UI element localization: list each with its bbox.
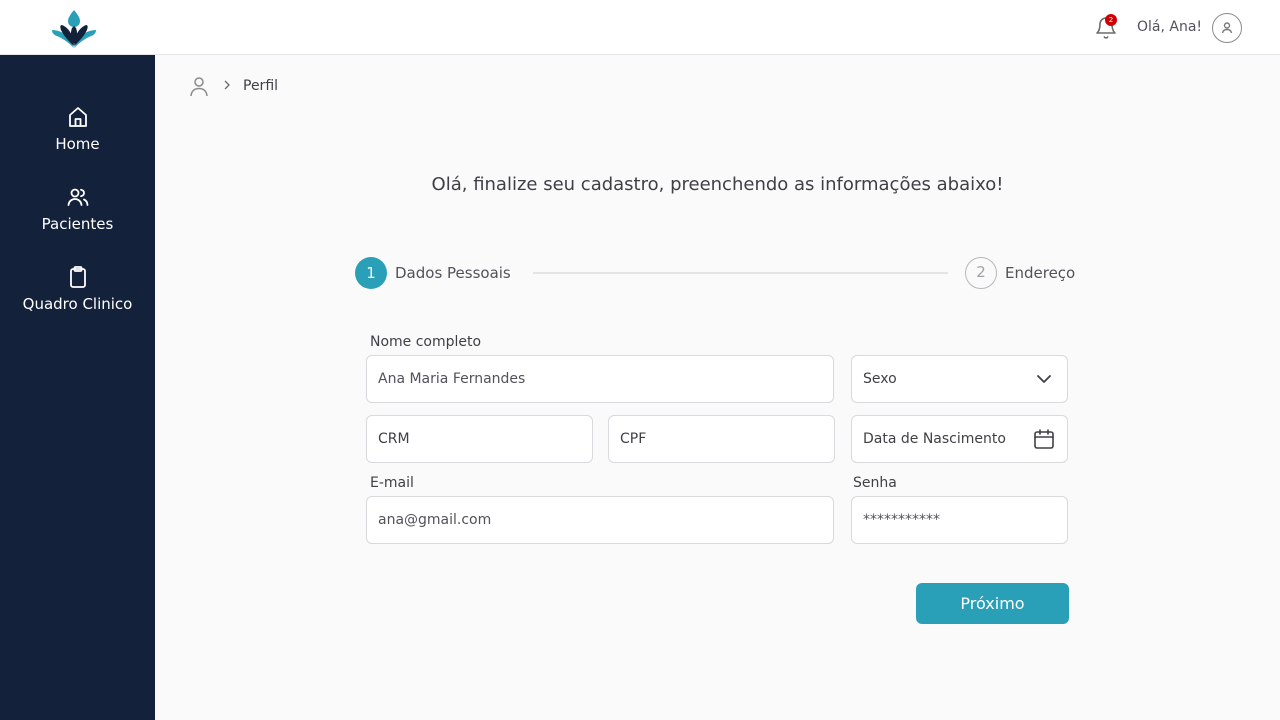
email-label: E-mail	[370, 475, 414, 491]
stepper-connector	[533, 272, 948, 274]
sex-input[interactable]	[863, 356, 1028, 402]
step-2-label: Endereço	[1005, 264, 1076, 282]
users-icon	[67, 188, 89, 206]
sex-select[interactable]	[851, 355, 1068, 403]
password-input[interactable]	[863, 497, 1028, 543]
full-name-input[interactable]	[378, 356, 794, 402]
user-icon[interactable]	[188, 75, 210, 97]
home-icon	[69, 107, 87, 127]
step-1-indicator: 1	[355, 257, 387, 289]
calendar-icon[interactable]	[1033, 428, 1055, 450]
next-button[interactable]: Próximo	[916, 583, 1069, 624]
user-icon	[1221, 22, 1233, 34]
page-title: Olá, finalize seu cadastro, preenchendo …	[431, 174, 1004, 195]
full-name-field	[366, 355, 834, 403]
avatar[interactable]	[1212, 13, 1242, 43]
sidebar-item-home[interactable]: Home	[0, 105, 155, 175]
sidebar-item-quadro-clinico[interactable]: Quadro Clinico	[0, 265, 155, 335]
chevron-down-icon	[1037, 375, 1051, 383]
birth-date-input[interactable]	[863, 416, 1028, 462]
sidebar-item-label: Quadro Clinico	[22, 295, 133, 313]
sidebar: Home Pacientes Quadro Clinico	[0, 55, 155, 720]
clipboard-icon	[70, 266, 86, 288]
password-field	[851, 496, 1068, 544]
email-field	[366, 496, 834, 544]
email-input[interactable]	[378, 497, 794, 543]
cpf-field	[608, 415, 835, 463]
sidebar-item-pacientes[interactable]: Pacientes	[0, 185, 155, 255]
chevron-right-icon	[224, 80, 230, 90]
breadcrumb[interactable]: Perfil	[243, 78, 278, 94]
crm-input[interactable]	[378, 416, 553, 462]
sidebar-item-label: Home	[55, 135, 100, 153]
crm-field	[366, 415, 593, 463]
cpf-input[interactable]	[620, 416, 795, 462]
birth-date-field	[851, 415, 1068, 463]
step-2-indicator: 2	[965, 257, 997, 289]
step-1-label: Dados Pessoais	[395, 264, 511, 282]
logo-icon[interactable]	[51, 8, 97, 48]
top-bar: 2 Olá, Ana!	[0, 0, 1280, 55]
notification-badge: 2	[1105, 14, 1117, 26]
password-label: Senha	[853, 475, 897, 491]
full-name-label: Nome completo	[370, 334, 482, 350]
user-greeting: Olá, Ana!	[1137, 19, 1203, 35]
sidebar-item-label: Pacientes	[41, 215, 114, 233]
